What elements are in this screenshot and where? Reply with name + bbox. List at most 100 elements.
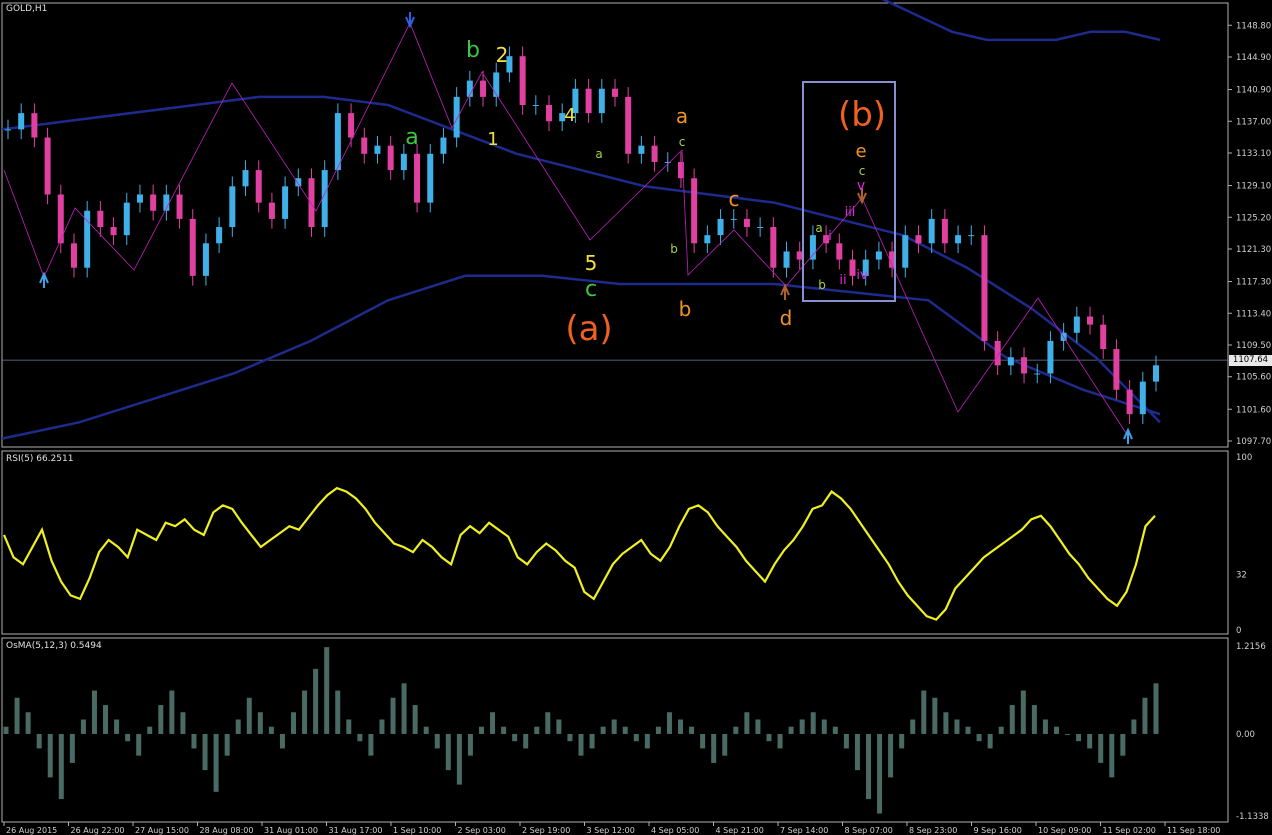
osma-tick-label: 1.2156 bbox=[1236, 642, 1266, 652]
osma-bar bbox=[998, 726, 1004, 734]
osma-bar bbox=[1153, 683, 1159, 734]
osma-bar bbox=[268, 726, 274, 734]
current-price-label: 1107.64 bbox=[1229, 355, 1272, 366]
osma-bar bbox=[80, 719, 86, 734]
candle-body bbox=[308, 178, 315, 228]
osma-bar bbox=[25, 712, 31, 734]
candle-body bbox=[440, 137, 447, 154]
candle-body bbox=[796, 251, 803, 260]
price-tick-label: 1109.50 bbox=[1236, 341, 1271, 351]
candle-body bbox=[849, 259, 856, 276]
osma-bar bbox=[567, 733, 573, 742]
osma-bar bbox=[490, 712, 496, 734]
candle-body bbox=[268, 202, 275, 219]
osma-bar bbox=[390, 697, 396, 734]
osma-bar bbox=[313, 668, 319, 734]
time-tick-label: 8 Sep 23:00 bbox=[909, 826, 957, 835]
osma-bar bbox=[810, 712, 816, 734]
osma-bar bbox=[1098, 733, 1104, 763]
candle-body bbox=[5, 129, 11, 131]
time-tick-label: 10 Sep 09:00 bbox=[1038, 826, 1091, 835]
wave-label: 5 bbox=[585, 251, 598, 275]
price-tick-label: 1148.80 bbox=[1236, 21, 1271, 31]
candle-body bbox=[189, 218, 196, 276]
candle-body bbox=[691, 178, 698, 244]
candle-body bbox=[31, 113, 38, 138]
osma-bar bbox=[545, 712, 551, 734]
osma-title: OsMA(5,12,3) 0.5494 bbox=[6, 641, 102, 651]
price-tick-label: 1125.20 bbox=[1236, 213, 1271, 223]
candle-body bbox=[334, 113, 341, 171]
osma-bar bbox=[191, 733, 197, 749]
rsi-tick-label: 100 bbox=[1236, 453, 1252, 463]
candle-body bbox=[374, 145, 381, 154]
wave-label: b bbox=[679, 297, 692, 321]
candle-body bbox=[1100, 324, 1107, 350]
wave-label: iii bbox=[845, 205, 856, 220]
candle-body bbox=[84, 210, 91, 268]
osma-bar bbox=[169, 690, 175, 734]
candle-body bbox=[611, 88, 618, 97]
osma-bar bbox=[401, 683, 407, 734]
time-tick-label: 4 Sep 05:00 bbox=[651, 826, 699, 835]
osma-bar bbox=[755, 719, 761, 734]
osma-tick-label: -1.1338 bbox=[1236, 812, 1269, 822]
osma-bar bbox=[678, 719, 684, 734]
candle-body bbox=[480, 80, 487, 97]
chart-window: 1148.80 1144.90 1140.90 1137.00 1133.10 1129.… bbox=[0, 0, 1272, 835]
chart-canvas[interactable]: 1148.80 1144.90 1140.90 1137.00 1133.10 1129.… bbox=[0, 0, 1272, 835]
time-tick-label: 11 Sep 02:00 bbox=[1103, 826, 1156, 835]
candle-body bbox=[216, 227, 223, 244]
price-tick-label: 1105.60 bbox=[1236, 373, 1271, 383]
wave-label: (a) bbox=[565, 309, 612, 349]
osma-bar bbox=[1109, 733, 1115, 778]
candle-body bbox=[1047, 340, 1054, 374]
candle-body bbox=[70, 243, 77, 268]
osma-bar bbox=[235, 719, 241, 734]
candle-body bbox=[704, 235, 711, 244]
candle-body bbox=[493, 72, 500, 97]
candle-body bbox=[242, 170, 249, 187]
zigzag-line bbox=[3, 22, 1129, 437]
wave-label: c bbox=[729, 187, 740, 211]
time-tick-label: 31 Aug 01:00 bbox=[264, 826, 318, 835]
rsi-line bbox=[2, 486, 1156, 621]
price-tick-label: 1144.90 bbox=[1236, 53, 1271, 63]
time-tick-label: 26 Aug 2015 bbox=[6, 826, 57, 835]
rsi-pane-frame bbox=[1, 450, 1229, 635]
candle-body bbox=[1034, 373, 1041, 375]
wave-label: i bbox=[828, 229, 832, 244]
osma-bar bbox=[423, 726, 429, 734]
osma-bar bbox=[335, 690, 341, 734]
time-tick-label: 28 Aug 08:00 bbox=[200, 826, 254, 835]
candle-body bbox=[836, 243, 843, 260]
candle-body bbox=[150, 194, 157, 211]
osma-bar bbox=[943, 712, 949, 734]
time-tick-label: 11 Sep 18:00 bbox=[1167, 826, 1220, 835]
osma-bar bbox=[36, 733, 42, 749]
wave-label: ii bbox=[839, 273, 846, 288]
price-tick-label: 1129.10 bbox=[1236, 182, 1271, 192]
candle-body bbox=[968, 235, 975, 237]
rsi-tick-label: 32 bbox=[1236, 571, 1247, 581]
price-tick-label: 1113.40 bbox=[1236, 309, 1271, 319]
osma-bar bbox=[91, 690, 97, 734]
fractal-up-arrow bbox=[780, 283, 790, 300]
candle-body bbox=[902, 235, 909, 268]
wave-label: b bbox=[818, 278, 826, 292]
time-tick-label: 8 Sep 07:00 bbox=[845, 826, 893, 835]
candle-body bbox=[1087, 316, 1094, 325]
osma-bar bbox=[346, 719, 352, 734]
osma-bar bbox=[114, 719, 120, 734]
candle-body bbox=[414, 153, 421, 203]
candle-body bbox=[18, 113, 25, 130]
osma-bar bbox=[666, 712, 672, 734]
candle-body bbox=[427, 153, 434, 203]
candle-body bbox=[387, 145, 394, 171]
osma-bar bbox=[456, 733, 462, 785]
osma-bar bbox=[788, 726, 794, 734]
osma-bar bbox=[633, 733, 639, 742]
candle-body bbox=[519, 56, 526, 105]
time-tick-label: 7 Sep 14:00 bbox=[780, 826, 828, 835]
candle-body bbox=[638, 145, 645, 154]
